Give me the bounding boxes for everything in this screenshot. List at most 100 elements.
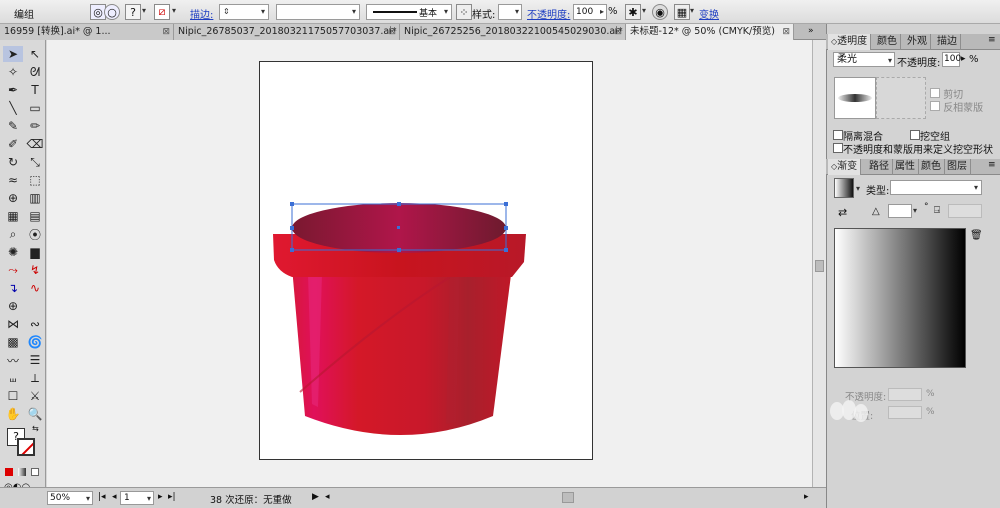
free-transform-tool-icon[interactable]: ⬚ [25,172,45,188]
color-mode-icon[interactable] [5,468,13,476]
lasso-tool-icon[interactable]: ᘛ [25,64,45,80]
chevron-down-icon[interactable]: ▾ [856,184,860,193]
tab-transparency[interactable]: ◇透明度 [828,34,872,50]
prev-page-icon[interactable]: ◂ [112,492,117,502]
grid-tool-icon[interactable]: ▩ [3,334,23,350]
close-icon[interactable]: ⊠ [162,24,170,40]
knife-tool-icon[interactable]: ⚔ [25,388,45,404]
invert-mask-checkbox-row[interactable]: 反相蒙版 [930,99,983,114]
recolor-icon[interactable]: ✱ [625,4,641,20]
tab-gradient[interactable]: ◇渐变 [828,159,862,175]
tab-color[interactable]: 颜色 [874,34,901,50]
hand-tool-icon[interactable]: ✋ [3,406,23,422]
paintbrush-tool-icon[interactable]: ✎ [3,118,23,134]
align-icon[interactable]: ▦ [674,4,690,20]
swap-colors-icon[interactable]: ⇆ [32,424,39,433]
variable-width-field[interactable]: ▾ [276,4,360,20]
type-tool-icon[interactable]: T [25,82,45,98]
gradient-swatch[interactable] [834,178,854,198]
no-stroke-icon[interactable]: ⧄ [154,4,170,20]
chevron-down-icon[interactable]: ▾ [690,6,694,15]
stop-opacity-field[interactable] [888,388,922,401]
reverse-gradient-icon[interactable]: ⇄ [838,206,847,219]
tab-document-3[interactable]: Nipic_26725256_20180322100545029030.ai* ⊠ [400,24,626,40]
gradient-preview[interactable] [834,228,966,368]
scale-tool-icon[interactable]: ⤡ [25,154,45,170]
brush-definition-field[interactable]: 基本 ▾ [366,4,452,20]
help-icon[interactable]: ? [125,4,141,20]
symbol-sprayer-tool-icon[interactable]: ✺ [3,244,23,260]
gradient-type-select[interactable]: ▾ [890,180,982,195]
zoom-field[interactable]: 50% ▾ [47,491,93,505]
direct-selection-tool-icon[interactable]: ↖ [25,46,45,62]
tab-document-active[interactable]: 未标题-12* @ 50% (CMYK/预览) ⊠ [626,24,794,40]
scroll-left-icon[interactable]: ◂ [325,492,330,502]
wave-tool-icon[interactable]: ∾ [25,316,45,332]
vertical-scrollbar[interactable] [812,40,826,487]
list-tool-icon[interactable]: ☰ [25,352,45,368]
scroll-right-icon[interactable]: ▸ [804,492,809,502]
opacity-field[interactable]: 100 ▸ [573,4,607,20]
aspect-ratio-field[interactable] [948,204,982,218]
pen-tool-icon[interactable]: ✒ [3,82,23,98]
stroke-swatch-icon[interactable]: ○ [104,4,120,20]
tab-document-1[interactable]: 16959 [转换].ai* @ 1... ⊠ [0,24,174,40]
blob-brush-tool-icon[interactable]: ✐ [3,136,23,152]
stop-location-field[interactable] [888,406,922,419]
anchor-convert-icon[interactable]: ⤳ [3,262,23,278]
object-thumbnail[interactable] [834,77,876,119]
stroke-weight-field[interactable]: ▾ ⇕ [219,4,269,20]
stroke-label[interactable]: 描边: [190,6,213,21]
expand-icon[interactable]: ⁘ [456,4,472,20]
page-field[interactable]: 1 ▾ [120,491,154,505]
column-graph-tool-icon[interactable]: ▆ [25,244,45,260]
pencil-tool-icon[interactable]: ✏ [25,118,45,134]
measure-tool-icon[interactable]: ⟂ [25,370,45,386]
opacity-stepper-icon[interactable]: ▸ [961,54,966,64]
artboard[interactable] [259,61,593,460]
path-wave-icon[interactable]: ∿ [25,280,45,296]
tab-stroke[interactable]: 描边 [934,34,961,50]
rectangle-tool-icon[interactable]: ▭ [25,100,45,116]
selection-tool-icon[interactable]: ➤ [3,46,23,62]
more-tabs-icon[interactable]: » [808,26,814,36]
close-icon[interactable]: ⊠ [782,24,790,40]
angle-field[interactable] [888,204,912,218]
tab-document-2[interactable]: Nipic_26785037_20180321175057703037.ai* ⊠ [174,24,400,40]
scribble-tool-icon[interactable]: 〰 [3,352,23,368]
opacity-label[interactable]: 不透明度: [527,6,570,21]
gradient-tool-icon[interactable]: ▤ [25,208,45,224]
shape-builder-tool-icon[interactable]: ⊕ [3,190,23,206]
close-icon[interactable]: ⊠ [614,24,622,40]
first-page-icon[interactable]: |◂ [98,492,106,502]
envelope-tool-icon[interactable]: ⋈ [3,316,23,332]
angle-dropdown-icon[interactable]: ▾ [913,206,917,215]
zoom-tool-icon[interactable]: 🔍 [25,406,45,422]
blend-mode-select[interactable]: 柔光 ▾ [833,52,895,67]
panel-menu-icon[interactable]: ≡ [988,160,996,170]
tab-attributes[interactable]: 属性 [892,159,919,175]
opacity-mask-checkbox[interactable]: 不透明度和蒙版用来定义挖空形状 [833,141,993,156]
magic-wand-tool-icon[interactable]: ✧ [3,64,23,80]
blend-tool-icon[interactable]: ⦿ [25,226,45,242]
slice-tool-icon[interactable]: ⧢ [3,370,23,386]
stroke-color-icon[interactable] [17,438,35,456]
twirl-tool-icon[interactable]: 🌀 [25,334,45,350]
mesh-tool-icon[interactable]: ▦ [3,208,23,224]
delete-stop-icon[interactable]: 🗑 [970,230,983,241]
graphic-style-field[interactable]: ▾ [498,4,522,20]
path-join-icon[interactable]: ↴ [3,280,23,296]
eyedropper-tool-icon[interactable]: ⌕ [3,226,23,242]
close-icon[interactable]: ⊠ [388,24,396,40]
warp-tool-icon[interactable]: ≈ [3,172,23,188]
last-page-icon[interactable]: ▸| [168,492,176,502]
tab-pathfinder[interactable]: 路径 [866,159,893,175]
rotate-tool-icon[interactable]: ↻ [3,154,23,170]
perspective-tool-icon[interactable]: ▥ [25,190,45,206]
eraser-tool-icon[interactable]: ⌫ [25,136,45,152]
next-page-icon[interactable]: ▸ [158,492,163,502]
panel-menu-icon[interactable]: ≡ [988,35,996,45]
transform-link[interactable]: 变换 [699,6,719,21]
none-mode-icon[interactable] [31,468,39,476]
status-menu-icon[interactable]: ▶ [312,492,319,502]
